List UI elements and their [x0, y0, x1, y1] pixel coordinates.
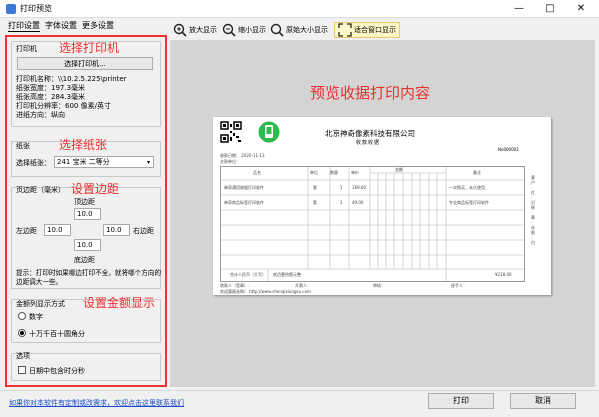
paper-orientation: 进纸方向：纵向 [16, 111, 65, 119]
amount-chinese-label: 十万千百十圆角分 [29, 330, 85, 338]
receipt-side-text: 客 户 · 红 · 记 账 · 黄 · 存 根 · 白 [531, 175, 535, 245]
margin-group-label: 页边距（毫米） [16, 186, 65, 194]
margin-hint: 提示：打印时如果哪边打印不全，就将哪个方向的边距调大一些。 [16, 269, 162, 286]
tab-more-settings[interactable]: 更多设置 [82, 20, 114, 32]
header-name: 品名 [253, 170, 261, 175]
paper-callout: 选择纸张 [59, 138, 108, 152]
app-logo-icon [258, 121, 280, 143]
left-margin-input[interactable]: 10.0 [44, 224, 71, 236]
preview-callout: 预览收据打印内容 [310, 84, 431, 102]
row1-price: 169.00 [352, 185, 366, 190]
minimize-button[interactable]: — [504, 0, 534, 18]
window-title: 打印预览 [20, 4, 52, 13]
row2-qty: 1 [340, 200, 343, 205]
row2-price: 49.00 [352, 200, 364, 205]
row2-unit: 套 [313, 200, 317, 205]
maximize-button[interactable]: □ [535, 0, 565, 18]
magnifier-icon [270, 23, 284, 37]
options-group-label: 选项 [16, 352, 30, 360]
zoom-out-label: 缩小显示 [238, 26, 266, 34]
cancel-button[interactable]: 取消 [510, 393, 576, 409]
fit-window-label: 适合窗口显示 [354, 26, 396, 34]
title-bar: 打印预览 — □ ✕ [0, 0, 599, 18]
qr-code-icon [220, 121, 242, 143]
original-size-label: 原始大小显示 [286, 26, 328, 34]
handler-label: 经手人： [451, 283, 467, 288]
bottom-margin-label: 底边距 [74, 256, 95, 264]
right-margin-input[interactable]: 10.0 [103, 224, 130, 236]
auditor-label: 审核： [373, 283, 385, 288]
fit-window-icon [338, 23, 352, 37]
paper-select[interactable]: 241 宝米 二等分 ▾ [54, 156, 154, 168]
include-time-checkbox[interactable] [18, 366, 26, 374]
receipt-number: No000003 [498, 147, 519, 152]
settings-panel: 打印机 选择打印机 选择打印机... 打印机名称：\\10.2.5.225\pr… [5, 35, 167, 387]
select-printer-button[interactable]: 选择打印机... [17, 57, 153, 70]
close-button[interactable]: ✕ [566, 0, 596, 18]
row2-note: 专业商品标签打印软件 [449, 200, 489, 205]
include-time-label: 日期中包含时分秒 [29, 367, 85, 375]
chevron-down-icon: ▾ [146, 159, 150, 166]
print-button[interactable]: 打印 [428, 393, 494, 409]
zoom-in-label: 放大显示 [189, 26, 217, 34]
receipt-company: 北京神奇像素科技有限公司 [325, 129, 415, 138]
left-margin-label: 左边距 [16, 227, 37, 235]
total-label: 合计人民币（大写） [230, 272, 266, 277]
row1-note: 一次购买，永久使用 [449, 185, 485, 190]
zoom-out-icon [222, 23, 236, 37]
receipt-website: 欢迎惠顾选购！ http://www.shenqixiangsu.com [220, 289, 311, 294]
row1-unit: 套 [313, 185, 317, 190]
zoom-out-button[interactable]: 缩小显示 [222, 22, 266, 38]
zoom-in-button[interactable]: 放大显示 [173, 22, 217, 38]
select-paper-label: 选择纸张： [16, 159, 51, 167]
bottom-margin-input[interactable]: 10.0 [74, 239, 101, 251]
top-margin-input[interactable]: 10.0 [74, 208, 101, 220]
printer-callout: 选择打印机 [59, 41, 120, 55]
zoom-in-icon [173, 23, 187, 37]
row1-name: 神奇通用收据打印软件 [224, 185, 264, 190]
header-note: 备注 [473, 170, 481, 175]
amount-callout: 设置金额显示 [83, 296, 156, 310]
contact-link[interactable]: 如果你对本软件有定制或改需求，欢迎点击这里联系我们 [9, 398, 184, 408]
header-amount: 金额 [395, 167, 403, 172]
total-value: ¥218.00 [495, 272, 512, 277]
receipt-title: 收款收据 [356, 140, 381, 146]
receipt-table [220, 166, 525, 282]
right-margin-label: 右边距 [133, 227, 154, 235]
amount-group-label: 金额列显示方式 [16, 300, 65, 308]
header-qty: 数量 [330, 170, 338, 175]
amount-number-label: 数字 [29, 313, 43, 321]
receipt-paper: 北京神奇像素科技有限公司 收款收据 No000003 收款日期： 2020-11… [213, 117, 551, 295]
app-icon [6, 4, 16, 14]
fit-window-button[interactable]: 适合窗口显示 [334, 22, 400, 38]
header-unit: 单位 [310, 170, 318, 175]
top-margin-label: 顶边距 [74, 198, 95, 206]
paper-select-value: 241 宝米 二等分 [57, 158, 110, 166]
printer-group-label: 打印机 [16, 45, 37, 53]
row2-name: 神奇商品标签打印软件 [224, 200, 264, 205]
tab-print-settings[interactable]: 打印设置 [8, 20, 40, 32]
row1-qty: 1 [340, 185, 343, 190]
tab-font-settings[interactable]: 字体设置 [45, 20, 77, 32]
amount-chinese-radio[interactable] [18, 329, 26, 337]
receipt-customer: 交款单位： [220, 159, 240, 164]
original-size-button[interactable]: 原始大小显示 [270, 22, 328, 38]
header-price: 单价 [351, 170, 359, 175]
margin-callout: 设置边距 [71, 182, 120, 196]
paper-group-label: 纸张 [16, 142, 30, 150]
amount-number-radio[interactable] [18, 312, 26, 320]
total-words: 贰佰壹拾捌元整 [273, 272, 301, 277]
